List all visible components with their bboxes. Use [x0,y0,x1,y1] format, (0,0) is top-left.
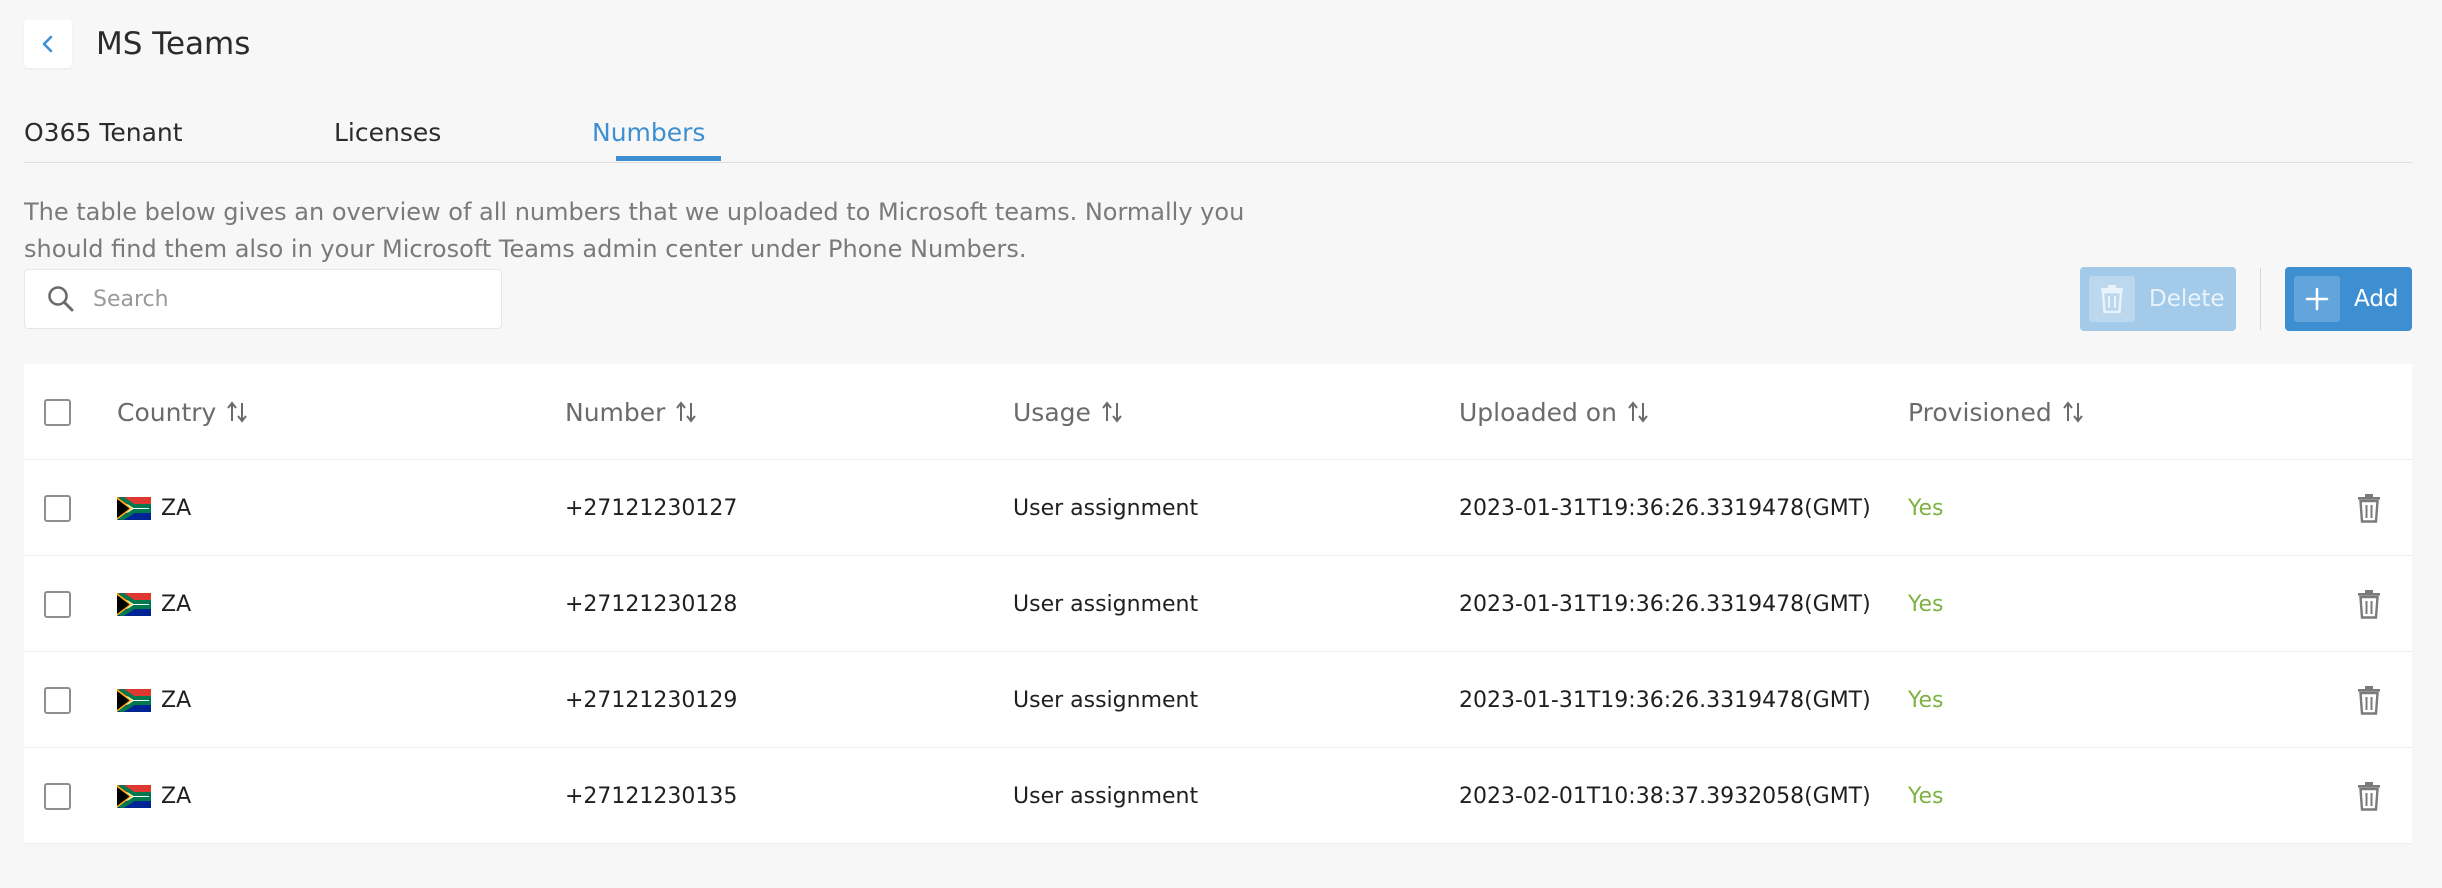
actions-divider [2260,268,2261,330]
chevron-left-icon [42,35,53,53]
column-header-label: Provisioned [1908,397,2052,427]
select-all-cell [44,364,71,460]
tab-bar: O365 Tenant Licenses Numbers [24,112,2412,163]
uploaded-on-cell: 2023-01-31T19:36:26.3319478(GMT) [1459,495,1871,521]
usage-cell: User assignment [1013,783,1199,809]
south-africa-flag-icon [117,688,151,712]
back-button[interactable] [24,20,72,68]
country-cell: ZA [117,556,191,652]
search-icon [48,286,74,312]
trash-icon[interactable] [2357,589,2381,619]
south-africa-flag-icon [117,592,151,616]
uploaded-on-cell: 2023-01-31T19:36:26.3319478(GMT) [1459,591,1871,617]
column-header-label: Usage [1013,397,1091,427]
table-row[interactable]: ZA +27121230135 User assignment 2023-02-… [24,748,2412,844]
tab-licenses[interactable]: Licenses [334,118,441,147]
country-code: ZA [161,591,192,617]
delete-button[interactable]: Delete [2080,267,2236,331]
search-box [24,269,502,329]
add-button-icon-box [2294,276,2340,322]
row-checkbox[interactable] [44,590,71,618]
page-header: MS Teams [24,20,250,68]
row-select-cell [44,460,71,556]
trash-icon[interactable] [2357,685,2381,715]
column-header-provisioned[interactable]: Provisioned [1908,364,2084,460]
sort-icon [1628,401,1648,423]
column-header-label: Uploaded on [1459,397,1617,427]
sort-icon [227,401,248,423]
provisioned-cell: Yes [1908,495,1944,521]
trash-icon[interactable] [2357,781,2381,811]
trash-icon [2101,285,2123,313]
column-header-number[interactable]: Number [565,364,697,460]
row-actions-cell [2357,652,2381,748]
column-header-label: Number [565,397,666,427]
delete-button-label: Delete [2149,286,2225,312]
tab-o365-tenant[interactable]: O365 Tenant [24,118,183,147]
row-checkbox[interactable] [44,494,71,522]
row-actions-cell [2357,460,2381,556]
country-code: ZA [161,687,192,713]
column-header-usage[interactable]: Usage [1013,364,1123,460]
column-header-uploaded-on[interactable]: Uploaded on [1459,364,1649,460]
uploaded-on-cell: 2023-02-01T10:38:37.3932058(GMT) [1459,783,1871,809]
row-checkbox[interactable] [44,686,71,714]
row-select-cell [44,748,71,844]
delete-button-icon-box [2089,276,2135,322]
add-button[interactable]: Add [2285,267,2412,331]
sort-icon [676,401,697,423]
sort-icon [1102,401,1122,423]
usage-cell: User assignment [1013,495,1199,521]
row-actions-cell [2357,748,2381,844]
country-cell: ZA [117,652,191,748]
page-title: MS Teams [96,26,251,62]
country-cell: ZA [117,460,191,556]
south-africa-flag-icon [117,496,151,520]
table-row[interactable]: ZA +27121230127 User assignment 2023-01-… [24,460,2412,556]
tab-numbers[interactable]: Numbers [592,118,705,147]
column-header-label: Country [117,397,217,427]
usage-cell: User assignment [1013,591,1199,617]
country-code: ZA [161,495,192,521]
south-africa-flag-icon [117,784,151,808]
sort-icon [2062,401,2083,423]
select-all-checkbox[interactable] [44,398,71,426]
number-cell: +27121230127 [565,495,738,521]
country-cell: ZA [117,748,191,844]
number-cell: +27121230128 [565,591,738,617]
number-cell: +27121230135 [565,783,738,809]
row-checkbox[interactable] [44,782,71,810]
add-button-label: Add [2354,286,2399,312]
number-cell: +27121230129 [565,687,738,713]
column-header-country[interactable]: Country [117,364,248,460]
country-code: ZA [161,783,192,809]
usage-cell: User assignment [1013,687,1199,713]
provisioned-cell: Yes [1908,687,1944,713]
table-row[interactable]: ZA +27121230129 User assignment 2023-01-… [24,652,2412,748]
search-input[interactable] [91,285,475,313]
table-header-row: Country Number Usage Uploaded on Provisi… [24,364,2412,460]
plus-icon [2305,287,2329,311]
provisioned-cell: Yes [1908,783,1944,809]
provisioned-cell: Yes [1908,591,1944,617]
row-select-cell [44,652,71,748]
page-description: The table below gives an overview of all… [24,198,1245,263]
table-row[interactable]: ZA +27121230128 User assignment 2023-01-… [24,556,2412,652]
trash-icon[interactable] [2357,493,2381,523]
numbers-table: Country Number Usage Uploaded on Provisi… [24,364,2412,844]
uploaded-on-cell: 2023-01-31T19:36:26.3319478(GMT) [1459,687,1871,713]
row-actions-cell [2357,556,2381,652]
active-tab-indicator [616,156,721,161]
row-select-cell [44,556,71,652]
